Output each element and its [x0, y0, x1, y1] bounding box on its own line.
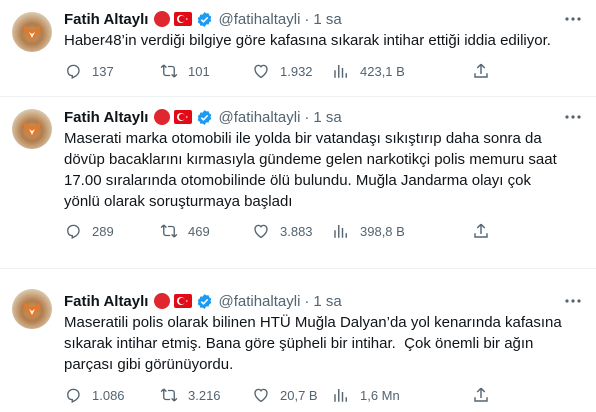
views-icon [334, 225, 347, 238]
views-button[interactable]: 398,8 B [332, 221, 405, 241]
tweet-text: Maseratili polis olarak bilinen HTÜ Muğl… [64, 314, 562, 373]
reply-icon [67, 388, 80, 403]
author-handle[interactable]: @fatihaltayli [218, 109, 300, 126]
retweet-icon [160, 224, 178, 238]
reply-count: 289 [92, 223, 114, 239]
views-icon [334, 65, 347, 78]
view-count: 398,8 B [360, 223, 405, 239]
share-button[interactable] [472, 385, 500, 405]
retweet-button[interactable]: 3.216 [160, 385, 221, 405]
tweet[interactable]: Fatih Altaylı @fatihaltayli · 1 sa Haber… [0, 0, 596, 96]
reply-count: 1.086 [92, 387, 125, 403]
verified-badge-icon [198, 293, 212, 309]
separator: · [304, 292, 310, 310]
more-options-icon[interactable] [564, 292, 582, 310]
retweet-icon [160, 388, 178, 402]
tweet-header: Fatih Altaylı @fatihaltayli · 1 sa [64, 291, 342, 311]
retweet-button[interactable]: 469 [160, 221, 210, 241]
retweet-count: 101 [188, 63, 210, 79]
heart-icon [254, 224, 268, 239]
reply-icon [67, 224, 80, 239]
retweet-button[interactable]: 101 [160, 61, 210, 81]
like-count: 1.932 [280, 63, 313, 79]
share-icon [474, 223, 488, 238]
share-button[interactable] [472, 61, 500, 81]
like-count: 20,7 B [280, 387, 318, 403]
turkey-flag-icon [174, 294, 193, 308]
avatar[interactable] [12, 289, 52, 329]
avatar[interactable] [12, 109, 52, 149]
more-options-icon[interactable] [564, 10, 582, 28]
turkey-flag-icon [174, 110, 193, 124]
reply-icon [67, 64, 80, 79]
like-button[interactable]: 3.883 [252, 221, 313, 241]
views-button[interactable]: 1,6 Mn [332, 385, 400, 405]
author-name[interactable]: Fatih Altaylı [64, 109, 148, 126]
heart-icon [254, 64, 268, 79]
tweet-text: Maserati marka otomobili ile yolda bir v… [64, 130, 557, 210]
retweet-count: 3.216 [188, 387, 221, 403]
fox-icon [23, 24, 41, 41]
view-count: 1,6 Mn [360, 387, 400, 403]
author-handle[interactable]: @fatihaltayli [218, 11, 300, 28]
share-button[interactable] [472, 221, 500, 241]
like-button[interactable]: 1.932 [252, 61, 313, 81]
more-options-icon[interactable] [564, 108, 582, 126]
separator: · [304, 10, 310, 28]
red-circle-icon [154, 11, 171, 27]
like-button[interactable]: 20,7 B [252, 385, 318, 405]
verified-badge-icon [198, 109, 212, 125]
share-icon [474, 63, 488, 78]
views-button[interactable]: 423,1 B [332, 61, 405, 81]
timestamp[interactable]: 1 sa [313, 11, 341, 28]
retweet-icon [160, 64, 178, 78]
verified-badge-icon [198, 11, 212, 27]
retweet-count: 469 [188, 223, 210, 239]
tweet-header: Fatih Altaylı @fatihaltayli · 1 sa [64, 9, 342, 29]
tweet-actions: 1.086 3.216 20,7 B 1,6 Mn [58, 385, 498, 405]
timestamp[interactable]: 1 sa [313, 109, 341, 126]
separator: · [304, 108, 310, 126]
red-circle-icon [154, 293, 171, 309]
author-handle[interactable]: @fatihaltayli [218, 293, 300, 310]
heart-icon [254, 388, 268, 403]
tweet[interactable]: Fatih Altaylı @fatihaltayli · 1 sa Maser… [0, 269, 596, 412]
turkey-flag-icon [174, 12, 193, 26]
avatar[interactable] [12, 12, 52, 52]
like-count: 3.883 [280, 223, 313, 239]
reply-button[interactable]: 137 [64, 61, 114, 81]
tweet[interactable]: Fatih Altaylı @fatihaltayli · 1 sa Maser… [0, 97, 596, 265]
tweet-actions: 289 469 3.883 398,8 B [58, 221, 498, 241]
author-name[interactable]: Fatih Altaylı [64, 293, 148, 310]
fox-icon [23, 301, 41, 318]
fox-icon [23, 121, 41, 138]
view-count: 423,1 B [360, 63, 405, 79]
timestamp[interactable]: 1 sa [313, 293, 341, 310]
reply-count: 137 [92, 63, 114, 79]
reply-button[interactable]: 1.086 [64, 385, 125, 405]
views-icon [334, 389, 347, 402]
author-name[interactable]: Fatih Altaylı [64, 11, 148, 28]
red-circle-icon [154, 109, 171, 125]
tweet-text: Haber48’in verdiği bilgiye göre kafasına… [64, 32, 551, 49]
tweet-header: Fatih Altaylı @fatihaltayli · 1 sa [64, 107, 342, 127]
tweet-actions: 137 101 1.932 423,1 B [58, 61, 498, 81]
reply-button[interactable]: 289 [64, 221, 114, 241]
share-icon [474, 387, 488, 402]
